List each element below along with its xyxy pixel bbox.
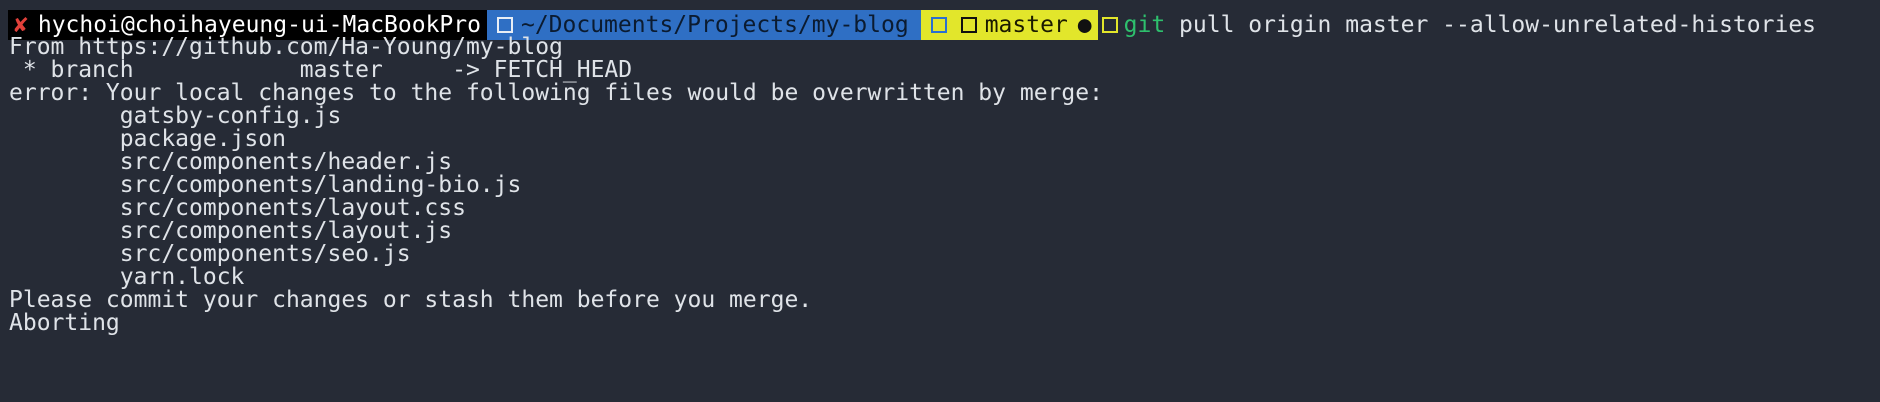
prompt-git-segment: master ● [920, 10, 1098, 40]
terminal-window[interactable]: ✘ hychoi@choihayeung-ui-MacBookPro ~/Docu… [0, 0, 1880, 402]
output-line-aborting: Aborting [9, 310, 120, 336]
segment-end-icon [1101, 17, 1118, 33]
dirty-indicator-icon: ● [1077, 12, 1092, 38]
segment-separator-icon [930, 17, 947, 33]
prompt-cwd: ~/Documents/Projects/my-blog [520, 12, 909, 38]
output-line-hint: Please commit your changes or stash them… [9, 287, 813, 313]
command-name: git [1123, 12, 1166, 38]
command-args: pull origin master --allow-unrelated-his… [1165, 12, 1817, 38]
prompt-branch: master [984, 12, 1068, 38]
branch-icon [960, 17, 977, 33]
segment-separator-icon [496, 17, 513, 33]
